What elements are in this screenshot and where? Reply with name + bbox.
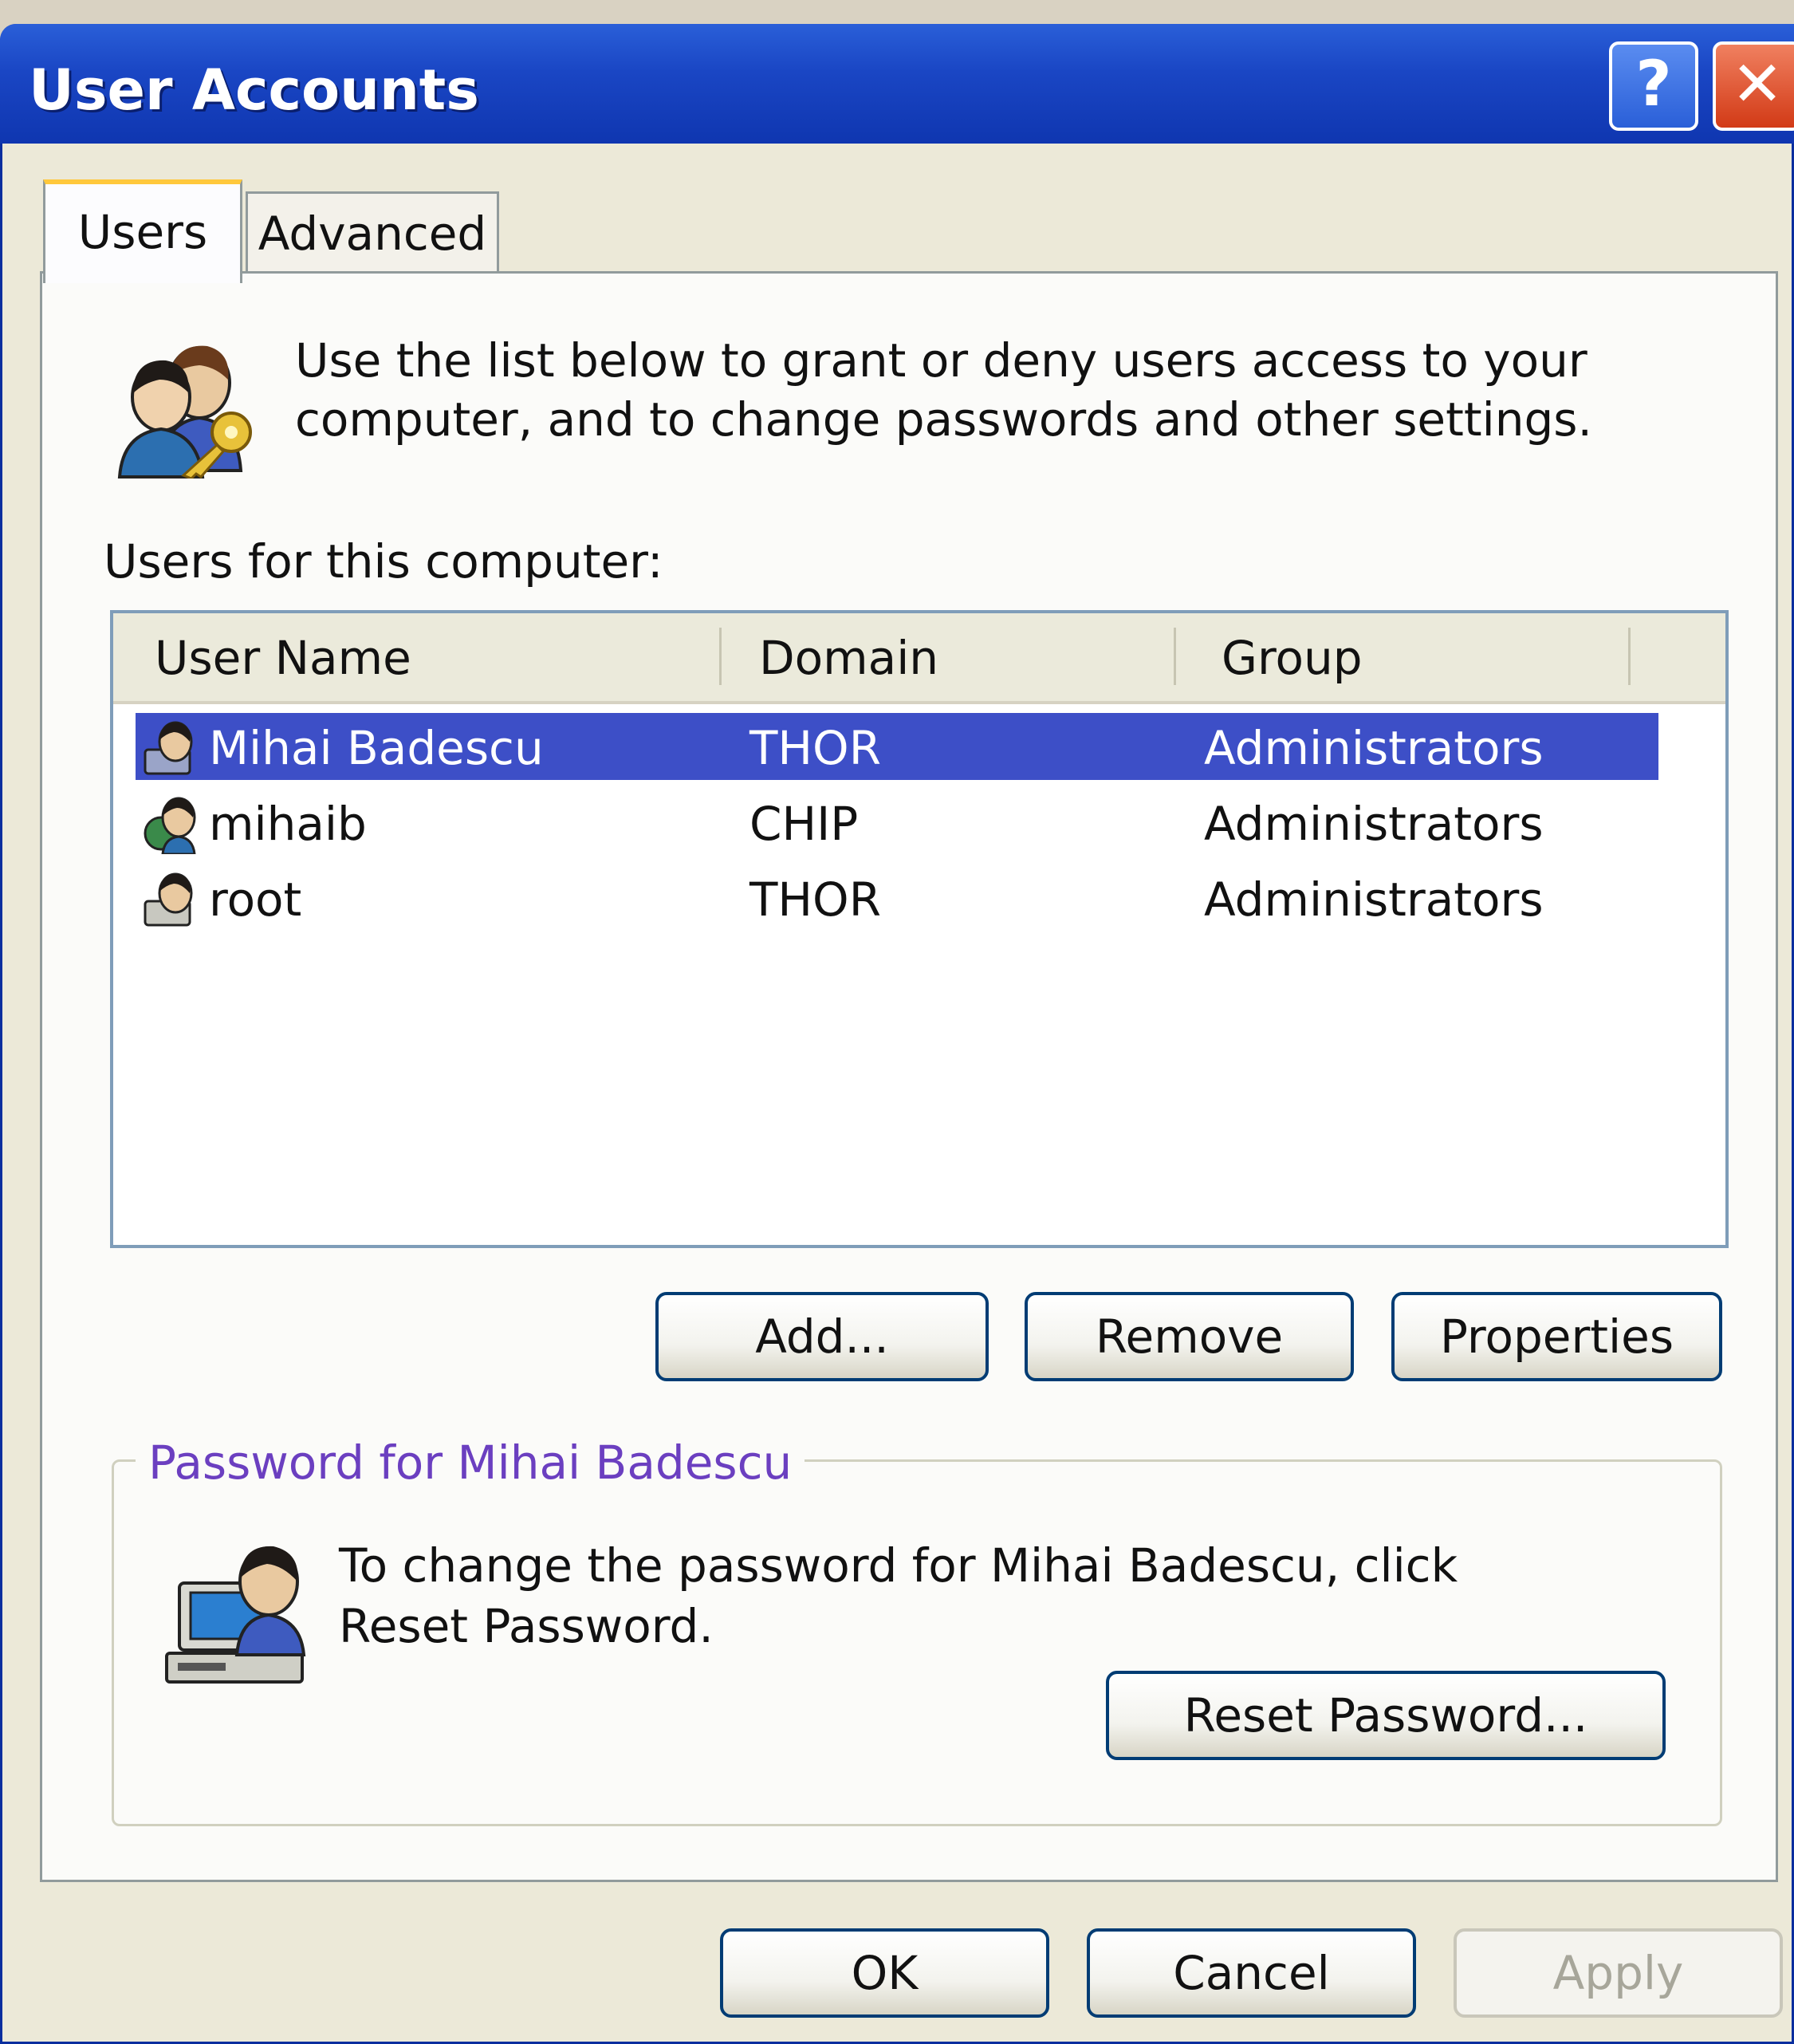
ok-button[interactable]: OK [720,1928,1049,2018]
password-group-title: Password for Mihai Badescu [136,1436,805,1490]
computer-user-icon [165,1546,306,1684]
list-header: User Name Domain Group [113,613,1725,704]
list-item[interactable]: mihaib CHIP Administrators [136,789,1658,856]
group-cell: Administrators [1204,797,1544,851]
users-list-label: Users for this computer: [104,534,663,589]
intro-text: Use the list below to grant or deny user… [295,333,1592,447]
user-name-cell: Mihai Badescu [209,721,544,775]
users-list[interactable]: User Name Domain Group Mihai Badescu THO… [110,610,1729,1248]
help-icon: ? [1635,49,1672,120]
group-cell: Administrators [1204,721,1544,775]
help-button[interactable]: ? [1609,41,1698,131]
group-cell: Administrators [1204,872,1544,927]
user-name-cell: mihaib [209,797,367,851]
apply-button[interactable]: Apply [1454,1928,1783,2018]
column-header-user-name[interactable]: User Name [155,631,411,685]
domain-cell: THOR [749,872,881,927]
list-item[interactable]: Mihai Badescu THOR Administrators [136,713,1658,780]
user-icon [144,797,196,854]
properties-button[interactable]: Properties [1391,1292,1722,1381]
password-instructions: To change the password for Mihai Badescu… [339,1538,1458,1653]
window-title: User Accounts [29,57,479,123]
user-icon [144,872,193,927]
title-bar[interactable]: User Accounts ? ✕ [0,24,1794,144]
close-icon: ✕ [1731,49,1784,120]
user-icon [144,721,193,775]
column-separator[interactable] [719,628,722,685]
tab-advanced[interactable]: Advanced [246,191,499,275]
column-separator[interactable] [1628,628,1631,685]
cancel-button[interactable]: Cancel [1087,1928,1416,2018]
column-separator[interactable] [1174,628,1176,685]
users-key-icon [117,345,252,479]
column-header-domain[interactable]: Domain [759,631,938,685]
remove-button[interactable]: Remove [1025,1292,1354,1381]
list-item[interactable]: root THOR Administrators [136,864,1658,931]
domain-cell: CHIP [749,797,859,851]
add-button[interactable]: Add... [655,1292,989,1381]
domain-cell: THOR [749,721,881,775]
close-button[interactable]: ✕ [1713,41,1794,131]
reset-password-button[interactable]: Reset Password... [1106,1671,1666,1760]
user-name-cell: root [209,872,302,927]
tab-users[interactable]: Users [43,179,242,283]
column-header-group[interactable]: Group [1222,631,1363,685]
